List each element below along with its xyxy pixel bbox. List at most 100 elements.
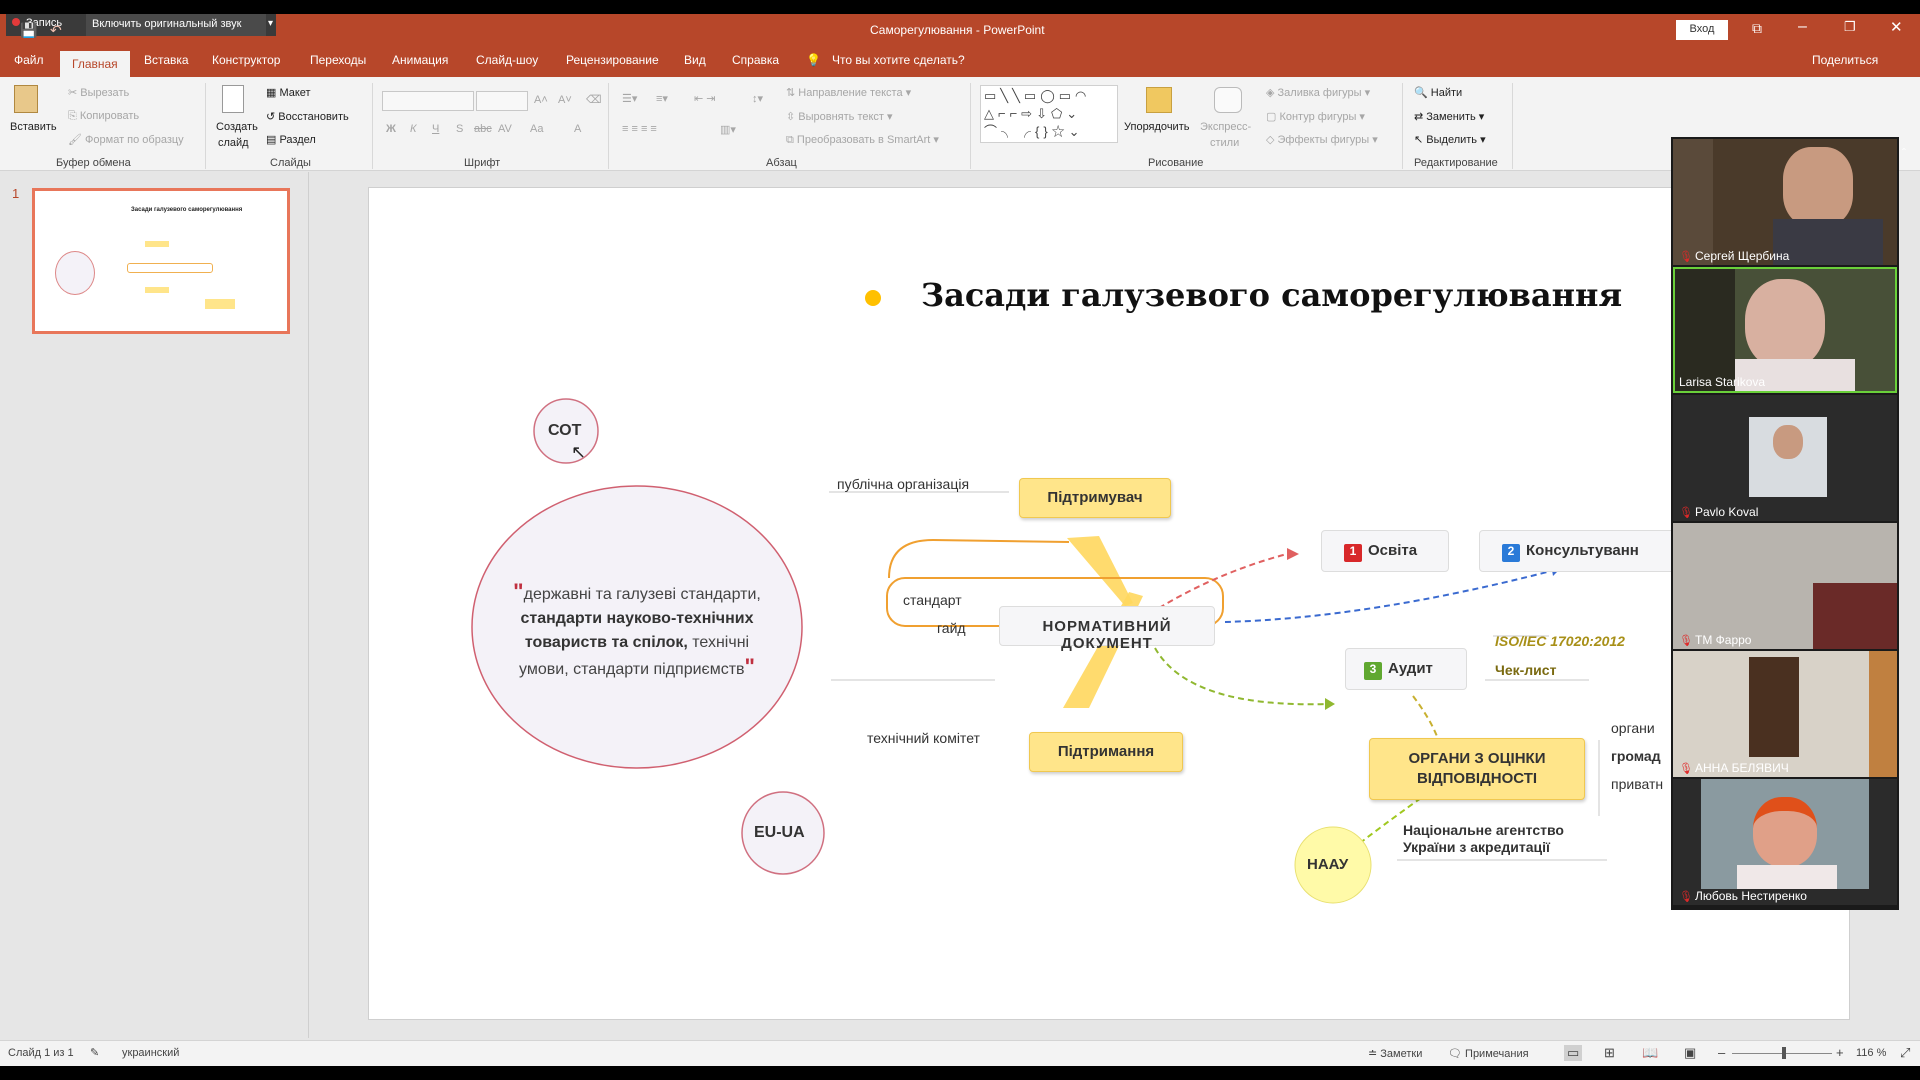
original-sound-button[interactable]: Включить оригинальный звук [86,14,266,36]
shape-fill-button[interactable]: ◈ Заливка фигуры ▾ [1266,86,1370,99]
tab-slideshow[interactable]: Слайд-шоу [476,53,538,67]
language-indicator[interactable]: украинский [122,1047,179,1059]
zoom-out-icon[interactable]: – [1718,1045,1725,1060]
video-tile-6[interactable]: 🎙 Любовь Нестиренко [1673,779,1897,905]
tab-view[interactable]: Вид [684,53,706,67]
shape-effects-button[interactable]: ◇ Эффекты фигуры ▾ [1266,133,1378,146]
strikethrough-button[interactable]: abc [474,123,492,135]
quick-styles-icon[interactable] [1214,87,1242,113]
format-painter-button[interactable]: 🖌 Формат по образцу [68,133,184,146]
slide-thumbnail-1[interactable]: Засади галузевого саморегулювання [32,188,290,334]
fit-slide-icon[interactable]: ⤢ [1900,1045,1910,1061]
char-spacing-button[interactable]: AV [498,123,512,135]
tab-file[interactable]: Файл [14,53,44,67]
tab-animation[interactable]: Анимация [392,53,448,67]
paste-button[interactable]: Вставить [10,121,57,133]
share-button[interactable]: Поделиться [1812,53,1878,67]
arrange-icon[interactable] [1146,87,1172,113]
private-label: приватн [1611,776,1664,792]
new-slide-label-2[interactable]: слайд [218,137,249,149]
normal-view-icon[interactable]: ▭ [1564,1045,1583,1061]
undo-icon[interactable]: ↶ [50,22,62,39]
arrowhead [1287,548,1299,560]
find-button[interactable]: 🔍 Найти [1414,86,1462,99]
tab-insert[interactable]: Вставка [144,53,189,67]
quick-styles-label-1[interactable]: Экспресс- [1200,121,1251,133]
zoom-slider-thumb[interactable] [1782,1047,1786,1059]
reset-button[interactable]: ↺ Восстановить [266,110,349,123]
bullets-icon[interactable]: ☰▾ [622,92,637,105]
tab-home[interactable]: Главная [60,51,130,77]
tab-design[interactable]: Конструктор [212,53,280,67]
grow-font-icon[interactable]: A˄ [534,94,548,106]
select-button[interactable]: ↖ Выделить ▾ [1414,133,1486,146]
font-size-dropdown[interactable] [476,91,528,111]
shadow-button[interactable]: S [456,123,463,135]
underline-button[interactable]: Ч [432,123,439,135]
signin-button[interactable]: Вход [1676,20,1728,40]
new-slide-label-1[interactable]: Создать [216,121,258,133]
arrowhead [1325,698,1335,710]
slideshow-icon[interactable]: ▣ [1684,1045,1696,1061]
divider [372,83,373,169]
shrink-font-icon[interactable]: A˅ [558,94,572,106]
divider [205,83,206,169]
tab-review[interactable]: Рецензирование [566,53,659,67]
align-buttons[interactable]: ≡ ≡ ≡ ≡ [622,123,657,135]
close-icon[interactable]: ✕ [1890,18,1903,36]
cut-button[interactable]: ✂ Вырезать [68,86,129,99]
replace-button[interactable]: ⇄ Заменить ▾ [1414,110,1484,123]
clear-format-icon[interactable]: ⌫ [586,93,602,106]
zoom-in-icon[interactable]: + [1836,1045,1844,1060]
shape-outline-button[interactable]: ▢ Контур фигуры ▾ [1266,110,1365,123]
font-family-dropdown[interactable] [382,91,474,111]
notes-button[interactable]: ≐ Заметки [1368,1047,1422,1060]
quick-styles-label-2[interactable]: стили [1210,137,1239,149]
align-text-button[interactable]: ⇳ Выровнять текст ▾ [786,110,893,123]
video-tile-5[interactable]: 🎙 АННА БЕЛЯВИЧ [1673,651,1897,777]
conformity-bodies-node: ОРГАНИ З ОЦІНКИ ВІДПОВІДНОСТІ [1369,738,1585,800]
gallery-collapse-icon[interactable]: ˆ [1902,146,1906,160]
reading-view-icon[interactable]: 📖 [1642,1045,1658,1061]
change-case-button[interactable]: Aa [530,123,543,135]
video-tile-1[interactable]: 🎙 Сергей Щербина [1673,139,1897,265]
arrow-to-consulting [1224,569,1556,623]
video-tile-3[interactable]: 🎙 Pavlo Koval [1673,395,1897,521]
maximize-icon[interactable]: ❐ [1844,19,1856,35]
tell-me-input[interactable]: Что вы хотите сделать? [832,53,965,67]
layout-button[interactable]: ▦ Макет [266,86,311,99]
minimize-icon[interactable]: – [1798,18,1807,36]
arrange-button[interactable]: Упорядочить [1124,121,1189,133]
paste-icon[interactable] [14,85,38,113]
line-spacing-icon[interactable]: ↕▾ [752,92,763,105]
slide-sorter-icon[interactable]: ⊞ [1604,1045,1615,1061]
layout-label: Макет [279,87,311,99]
slides-group-label: Слайды [270,157,311,169]
smartart-button[interactable]: ⧉ Преобразовать в SmartArt ▾ [786,133,939,147]
reset-label: Восстановить [278,111,349,123]
indent-icon[interactable]: ⇤ ⇥ [694,92,716,105]
new-slide-icon[interactable] [222,85,244,113]
shapes-gallery[interactable]: ▭╲╲▭◯▭◠ △⌐⌐⇨⇩⬠⌄ ⌒╮╭{}☆⌄ [980,85,1118,143]
copy-button[interactable]: ⎘ Копировать [68,110,139,123]
ribbon-display-icon[interactable]: ⧉ [1752,20,1762,37]
zoom-level[interactable]: 116 % [1856,1047,1886,1059]
video-tile-4[interactable]: 🎙 TM Фарро [1673,523,1897,649]
italic-button[interactable]: К [410,123,416,135]
chevron-down-icon[interactable]: ▾ [268,18,273,29]
save-icon[interactable]: 💾 [20,22,37,39]
numbering-icon[interactable]: ≡▾ [656,92,668,105]
video-tile-2[interactable]: Larisa Starikova [1673,267,1897,393]
bold-button[interactable]: Ж [386,123,396,135]
columns-icon[interactable]: ▥▾ [720,123,736,136]
section-button[interactable]: ▤ Раздел [266,133,316,146]
spellcheck-icon[interactable]: ✎ [90,1046,99,1059]
tab-help[interactable]: Справка [732,53,779,67]
comments-button[interactable]: 🗨 Примечания [1448,1047,1529,1060]
tab-transitions[interactable]: Переходы [310,53,366,67]
font-color-button[interactable]: A [574,123,581,135]
align-text-label: Выровнять текст [798,111,884,123]
slide-canvas[interactable]: Засади галузевого саморегулювання СОТ EU… [368,187,1850,1020]
participant-name: АННА БЕЛЯВИЧ [1695,761,1789,775]
text-direction-button[interactable]: ⇅ Направление текста ▾ [786,86,911,99]
